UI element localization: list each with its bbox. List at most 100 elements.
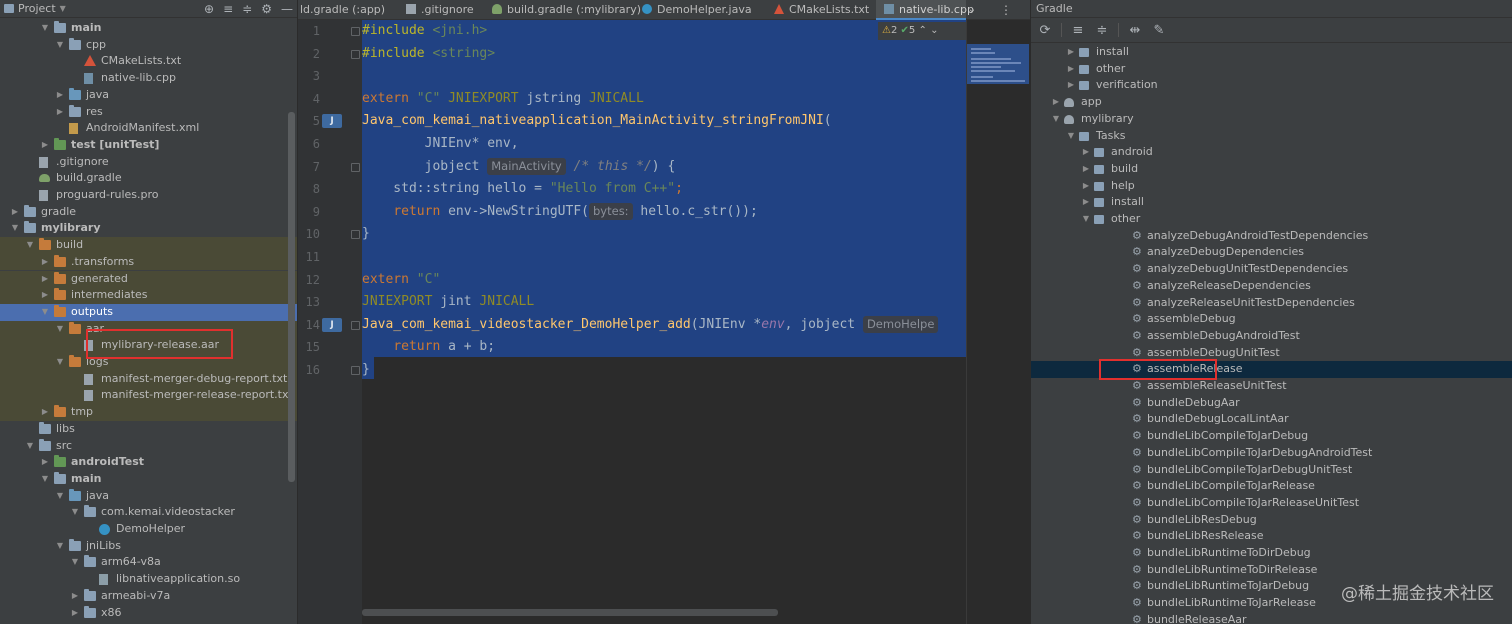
gradle-task-item[interactable]: ⚙ bundleLibCompileToJarDebugUnitTest <box>1031 462 1512 479</box>
chevron-right-icon[interactable]: ▶ <box>1081 144 1091 161</box>
chevron-down-icon[interactable]: ▼ <box>40 304 50 321</box>
gear-icon[interactable]: ⚙ <box>261 0 272 18</box>
gradle-task-item[interactable]: ⚙ bundleLibRuntimeToDirDebug <box>1031 545 1512 562</box>
editor-tab[interactable]: .gitignore <box>398 0 478 20</box>
chevron-down-icon[interactable]: ▼ <box>55 354 65 371</box>
project-scrollbar[interactable] <box>288 112 295 482</box>
gradle-tree-node[interactable]: ▶ other <box>1031 61 1512 78</box>
gradle-tree-node[interactable]: ▶ build <box>1031 161 1512 178</box>
chevron-right-icon[interactable]: ▶ <box>1081 194 1091 211</box>
gradle-tree-node[interactable]: ▶ verification <box>1031 77 1512 94</box>
gradle-task-item[interactable]: ⚙ assembleDebug <box>1031 311 1512 328</box>
chevron-right-icon[interactable]: ▶ <box>70 605 80 622</box>
project-tree-item[interactable]: mylibrary-release.aar <box>0 337 297 354</box>
expand-all-icon[interactable]: ≡ <box>223 0 233 18</box>
project-tree-item[interactable]: libnativeapplication.so <box>0 571 297 588</box>
fold-marker-icon[interactable] <box>351 162 360 172</box>
chevron-right-icon[interactable]: ▶ <box>1081 161 1091 178</box>
next-highlight-icon[interactable]: ⌄ <box>930 25 938 36</box>
gradle-tree-node[interactable]: ▶ install <box>1031 44 1512 61</box>
chevron-down-icon[interactable]: ▼ <box>1051 111 1061 128</box>
previous-highlight-icon[interactable]: ⌃ <box>918 25 926 36</box>
chevron-down-icon[interactable]: ▼ <box>55 538 65 555</box>
code-area[interactable]: #include <jni.h> #include <string> exter… <box>362 20 966 624</box>
editor-tab[interactable]: native-lib.cpp <box>876 0 974 20</box>
chevron-right-icon[interactable]: ▶ <box>1066 44 1076 61</box>
chevron-down-icon[interactable]: ▼ <box>25 438 35 455</box>
project-tree-item[interactable]: ▼ main <box>0 471 297 488</box>
chevron-down-icon[interactable]: ▼ <box>25 237 35 254</box>
gradle-tree-node[interactable]: ▶ android <box>1031 144 1512 161</box>
project-tree-item[interactable]: DemoHelper <box>0 521 297 538</box>
chevron-down-icon[interactable]: ▼ <box>10 220 20 237</box>
chevron-right-icon[interactable]: ▶ <box>1066 77 1076 94</box>
project-view-selector[interactable]: Project <box>18 2 56 15</box>
project-tree-item[interactable]: ▶ .transforms <box>0 253 297 271</box>
chevron-right-icon[interactable]: ▶ <box>55 104 65 121</box>
jni-navigate-icon[interactable]: J <box>322 114 342 129</box>
project-tree-item[interactable]: native-lib.cpp <box>0 70 297 87</box>
target-icon[interactable]: ⊕ <box>204 0 214 18</box>
gradle-task-item[interactable]: ⚙ assembleDebugUnitTest <box>1031 345 1512 362</box>
chevron-down-icon[interactable]: ▼ <box>60 4 66 13</box>
chevron-down-icon[interactable]: ▼ <box>55 37 65 54</box>
gradle-task-item[interactable]: ⚙ bundleLibCompileToJarDebugAndroidTest <box>1031 445 1512 462</box>
gradle-task-item[interactable]: ⚙ bundleLibCompileToJarRelease <box>1031 478 1512 495</box>
project-tree-item[interactable]: ▶ x86 <box>0 605 297 622</box>
refresh-icon[interactable]: ⟳ <box>1037 23 1053 38</box>
editor-tab[interactable]: ld.gradle (:app) <box>298 0 390 20</box>
project-tree-item[interactable]: ▶ armeabi-v7a <box>0 588 297 605</box>
editor-tab[interactable]: DemoHelper.java <box>634 0 760 20</box>
gradle-task-item[interactable]: ⚙ bundleLibRuntimeToDirRelease <box>1031 562 1512 579</box>
chevron-right-icon[interactable]: ▶ <box>40 137 50 154</box>
fold-marker-icon[interactable] <box>351 320 360 330</box>
project-tree-item[interactable]: proguard-rules.pro <box>0 187 297 204</box>
gradle-tree-node[interactable]: ▶ install <box>1031 194 1512 211</box>
gradle-task-item[interactable]: ⚙ assembleRelease <box>1031 361 1512 378</box>
project-tree-item[interactable]: CMakeLists.txt <box>0 53 297 70</box>
chevron-right-icon[interactable]: ▶ <box>40 454 50 471</box>
chevron-down-icon[interactable]: ▼ <box>1066 128 1076 145</box>
chevron-right-icon[interactable]: ▶ <box>40 287 50 304</box>
chevron-right-icon[interactable]: ▶ <box>40 271 50 288</box>
project-tree-item[interactable]: ▼ java <box>0 488 297 505</box>
chevron-down-icon[interactable]: ▼ <box>55 321 65 338</box>
gradle-tree-node[interactable]: ▼ Tasks <box>1031 128 1512 145</box>
gradle-task-item[interactable]: ⚙ analyzeDebugAndroidTestDependencies <box>1031 228 1512 245</box>
gradle-tree-node[interactable]: ▼ other <box>1031 211 1512 228</box>
gradle-task-item[interactable]: ⚙ analyzeReleaseDependencies <box>1031 278 1512 295</box>
project-tree-item[interactable]: libs <box>0 421 297 438</box>
project-tree-item[interactable]: build.gradle <box>0 170 297 187</box>
chevron-right-icon[interactable]: ▶ <box>40 404 50 421</box>
project-tree-item[interactable]: ▶ gradle <box>0 204 297 221</box>
project-tree-item[interactable]: manifest-merger-release-report.txt <box>0 387 297 405</box>
project-tree-item[interactable]: ▼ com.kemai.videostacker <box>0 504 297 521</box>
gradle-task-item[interactable]: ⚙ analyzeDebugUnitTestDependencies <box>1031 261 1512 278</box>
gradle-task-item[interactable]: ⚙ analyzeReleaseUnitTestDependencies <box>1031 295 1512 312</box>
project-tree-item[interactable]: ▼ cpp <box>0 37 297 54</box>
chevron-down-icon[interactable]: ▼ <box>40 471 50 488</box>
project-tree-item[interactable]: ▶ java <box>0 87 297 104</box>
project-tree-item[interactable]: ▼ main <box>0 20 297 37</box>
chevron-right-icon[interactable]: ▶ <box>1081 178 1091 195</box>
editor-minimap[interactable] <box>966 20 1029 624</box>
project-tree-item[interactable]: ▼ src <box>0 438 297 455</box>
chevron-down-icon[interactable]: ▼ <box>1081 211 1091 228</box>
project-tree-item[interactable]: ▼ jniLibs <box>0 538 297 555</box>
collapse-icon[interactable]: ≑ <box>1094 23 1110 38</box>
chevron-down-icon[interactable]: ▼ <box>55 488 65 505</box>
gradle-task-item[interactable]: ⚙ bundleLibResRelease <box>1031 528 1512 545</box>
chevron-down-icon[interactable]: ▼ <box>40 20 50 37</box>
project-tree-item[interactable]: ▼ arm64-v8a <box>0 554 297 571</box>
project-tree-item[interactable]: manifest-merger-debug-report.txt <box>0 370 297 388</box>
gradle-task-item[interactable]: ⚙ bundleReleaseAar <box>1031 612 1512 624</box>
tab-menu-icon[interactable]: ⋮ <box>996 0 1016 20</box>
project-tree-item[interactable]: ▼ aar <box>0 320 297 338</box>
gradle-task-item[interactable]: ⚙ bundleLibResDebug <box>1031 512 1512 529</box>
tab-list-dropdown-icon[interactable]: ⌄ <box>962 0 982 20</box>
fold-marker-icon[interactable] <box>351 27 360 36</box>
hide-icon[interactable]: — <box>281 0 293 18</box>
project-tree-item[interactable]: ▼ outputs <box>0 303 297 321</box>
chevron-right-icon[interactable]: ▶ <box>1051 94 1061 111</box>
gradle-tree-node[interactable]: ▶ help <box>1031 178 1512 195</box>
